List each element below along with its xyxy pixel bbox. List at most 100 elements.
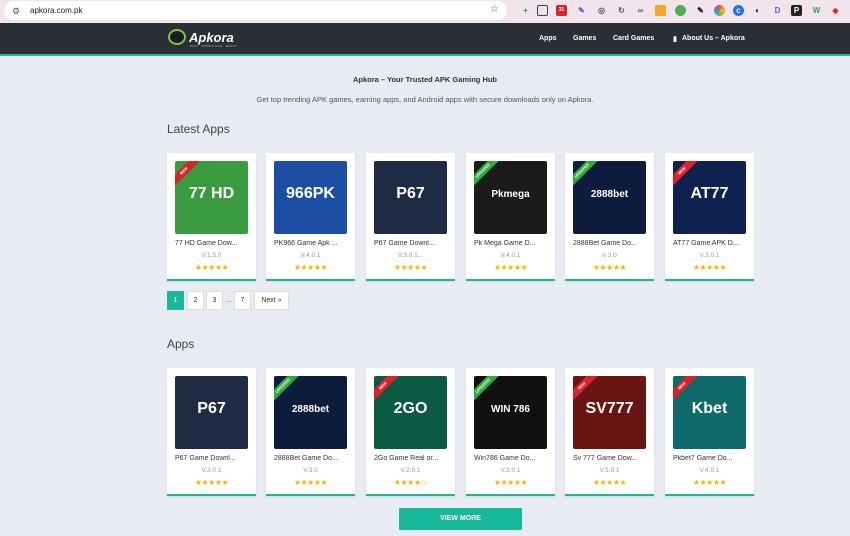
logo-tagline: PLAY · DOWNLOAD · ENJOY bbox=[190, 44, 238, 48]
rating-stars: ★★★★★ bbox=[393, 263, 428, 272]
app-icon[interactable]: P67 bbox=[175, 376, 248, 449]
site-logo[interactable]: Apkora PLAY · DOWNLOAD · ENJOY bbox=[168, 29, 238, 48]
nav-about-icon: ▮ bbox=[673, 36, 677, 43]
colorwheel-icon[interactable] bbox=[714, 5, 725, 16]
logo-text: Apkora bbox=[189, 29, 234, 45]
app-card[interactable]: 2888bet UPDATED 2888Bet Game Do... V.3.0 ★★★… bbox=[565, 153, 654, 281]
app-name[interactable]: P67 Game Downl... bbox=[175, 455, 249, 462]
app-icon-text: P67 bbox=[396, 185, 425, 202]
app-icon[interactable]: 2888bet UPDATED bbox=[573, 161, 646, 234]
app-card[interactable]: Pkmega UPDATED Pk Mega Game D... V.4.0.1 ★★★… bbox=[466, 153, 555, 281]
nav-games[interactable]: Games bbox=[573, 35, 596, 42]
ribbon-badge: UPDATED bbox=[474, 161, 504, 192]
app-card[interactable]: 2888bet UPDATED 2888Bet Game Do... V.3.0 ★★★… bbox=[266, 368, 355, 496]
app-card[interactable]: 966PK PK966 Game Apk ... V.4.0.1 ★★★★★ bbox=[266, 153, 355, 281]
app-icon[interactable]: Pkmega UPDATED bbox=[474, 161, 547, 234]
site-settings-icon[interactable]: ⚙ bbox=[12, 6, 22, 16]
app-icon[interactable]: 2GO NEW bbox=[374, 376, 447, 449]
gamepad-logo-icon bbox=[168, 29, 186, 45]
app-icon[interactable]: Kbet NEW bbox=[673, 376, 746, 449]
site-header: Apkora PLAY · DOWNLOAD · ENJOY Apps Game… bbox=[0, 23, 850, 56]
app-name[interactable]: 2888Bet Game Do... bbox=[573, 240, 647, 247]
puzzle-icon[interactable] bbox=[655, 5, 666, 16]
pagination-ellipsis: ... bbox=[226, 297, 232, 304]
nav-card-games[interactable]: Card Games bbox=[613, 35, 654, 42]
plus-icon[interactable]: + bbox=[520, 5, 531, 16]
app-name[interactable]: AT77 Game APK D... bbox=[673, 240, 747, 247]
rating-stars: ★★★★★ bbox=[194, 263, 229, 272]
calendar-icon[interactable]: 31 bbox=[556, 5, 567, 16]
app-name[interactable]: PK966 Game Apk ... bbox=[274, 240, 348, 247]
globe-icon[interactable] bbox=[675, 5, 686, 16]
hero-subtitle: Get top trending APK games, earning apps… bbox=[256, 95, 594, 104]
rating-stars: ★★★★★ bbox=[493, 478, 528, 487]
copy-icon[interactable] bbox=[537, 5, 548, 16]
app-icon-text: 2888bet bbox=[590, 189, 629, 200]
app-icon-text: WIN 786 bbox=[491, 404, 530, 415]
app-version: V.3.0.1... bbox=[397, 252, 424, 259]
app-icon[interactable]: AT77 NEW bbox=[673, 161, 746, 234]
ribbon-badge: UPDATED bbox=[274, 376, 304, 407]
shield-icon[interactable]: ◈ bbox=[830, 5, 841, 16]
page-7-button[interactable]: 7 bbox=[234, 291, 251, 310]
hero-title: Apkora – Your Trusted APK Gaming Hub bbox=[352, 75, 498, 84]
browser-toolbar: ⚙ apkora.com.pk ☆ + 31 ✎ ◎ ↻ ∞ ✎ c ◐ D P… bbox=[0, 0, 850, 23]
bookmark-star-icon[interactable]: ☆ bbox=[490, 4, 499, 15]
app-name[interactable]: 77 HD Game Dow... bbox=[175, 240, 249, 247]
app-version: V.3.0 bbox=[602, 252, 617, 259]
app-icon[interactable]: 2888bet UPDATED bbox=[274, 376, 347, 449]
url-text: apkora.com.pk bbox=[30, 6, 83, 15]
latest-apps-title: Latest Apps bbox=[167, 122, 230, 136]
refresh-icon[interactable]: ↻ bbox=[616, 5, 627, 16]
camera-icon[interactable]: ◎ bbox=[596, 5, 607, 16]
ribbon-badge: UPDATED bbox=[474, 376, 504, 407]
app-card[interactable]: 2GO NEW 2Go Game Real or... V.2.0.1 ★★★★☆ bbox=[366, 368, 455, 496]
page-1-button[interactable]: 1 bbox=[167, 291, 184, 310]
bolt-icon[interactable]: ◐ bbox=[752, 5, 763, 16]
app-version: V.3.0.1 bbox=[500, 467, 521, 474]
link-icon[interactable]: ∞ bbox=[635, 5, 646, 16]
app-icon[interactable]: SV777 NEW bbox=[573, 376, 646, 449]
ribbon-badge: UPDATED bbox=[573, 161, 603, 192]
app-icon-text: Pkmega bbox=[491, 189, 530, 200]
app-card[interactable]: P67 P67 Game Downl... V.3.0.1... ★★★★★ bbox=[366, 153, 455, 281]
app-card[interactable]: WIN 786 UPDATED Win786 Game Do... V.3.0.1 ★★… bbox=[466, 368, 555, 496]
c-icon[interactable]: c bbox=[733, 5, 744, 16]
d-icon[interactable]: D bbox=[772, 5, 783, 16]
app-icon[interactable]: WIN 786 UPDATED bbox=[474, 376, 547, 449]
app-version: V.1.5.0 bbox=[201, 252, 222, 259]
app-name[interactable]: Pkbet7 Game Do... bbox=[673, 455, 747, 462]
next-page-button[interactable]: Next » bbox=[254, 291, 289, 310]
app-icon[interactable]: 77 HD NEW bbox=[175, 161, 248, 234]
nav-apps[interactable]: Apps bbox=[539, 35, 557, 42]
app-card[interactable]: P67 P67 Game Downl... V.3.0.1 ★★★★★ bbox=[167, 368, 256, 496]
app-name[interactable]: Pk Mega Game D... bbox=[474, 240, 548, 247]
app-card[interactable]: Kbet NEW Pkbet7 Game Do... V.4.0.1 ★★★★★ bbox=[665, 368, 754, 496]
nav-about[interactable]: About Us – Apkora bbox=[682, 35, 745, 42]
pen-icon[interactable]: ✎ bbox=[576, 5, 587, 16]
page-2-button[interactable]: 2 bbox=[187, 291, 204, 310]
app-name[interactable]: P67 Game Downl... bbox=[374, 240, 448, 247]
app-card[interactable]: SV777 NEW Sv 777 Game Dow... V.5.0.1 ★★★★★ bbox=[565, 368, 654, 496]
app-name[interactable]: Win786 Game Do... bbox=[474, 455, 548, 462]
rating-stars: ★★★★★ bbox=[194, 478, 229, 487]
app-card[interactable]: 77 HD NEW 77 HD Game Dow... V.1.5.0 ★★★★★ bbox=[167, 153, 256, 281]
p-icon[interactable]: P bbox=[791, 5, 802, 16]
app-name[interactable]: 2Go Game Real or... bbox=[374, 455, 448, 462]
app-version: V.4.0.1 bbox=[500, 252, 521, 259]
w-icon[interactable]: W bbox=[811, 5, 822, 16]
page-3-button[interactable]: 3 bbox=[206, 291, 223, 310]
app-version: V.3.0.1 bbox=[201, 467, 222, 474]
view-more-button[interactable]: VIEW MORE bbox=[399, 508, 522, 530]
address-bar[interactable]: ⚙ apkora.com.pk ☆ bbox=[4, 1, 507, 20]
app-name[interactable]: 2888Bet Game Do... bbox=[274, 455, 348, 462]
app-card[interactable]: AT77 NEW AT77 Game APK D... V.3.0.1 ★★★★★ bbox=[665, 153, 754, 281]
app-name[interactable]: Sv 777 Game Dow... bbox=[573, 455, 647, 462]
app-icon[interactable]: 966PK bbox=[274, 161, 347, 234]
app-icon[interactable]: P67 bbox=[374, 161, 447, 234]
rating-stars: ★★★★☆ bbox=[393, 478, 428, 487]
app-version: V.3.0.1 bbox=[699, 252, 720, 259]
apps-section-title: Apps bbox=[167, 337, 195, 351]
rating-stars: ★★★★★ bbox=[592, 263, 627, 272]
eyedropper-icon[interactable]: ✎ bbox=[695, 5, 706, 16]
